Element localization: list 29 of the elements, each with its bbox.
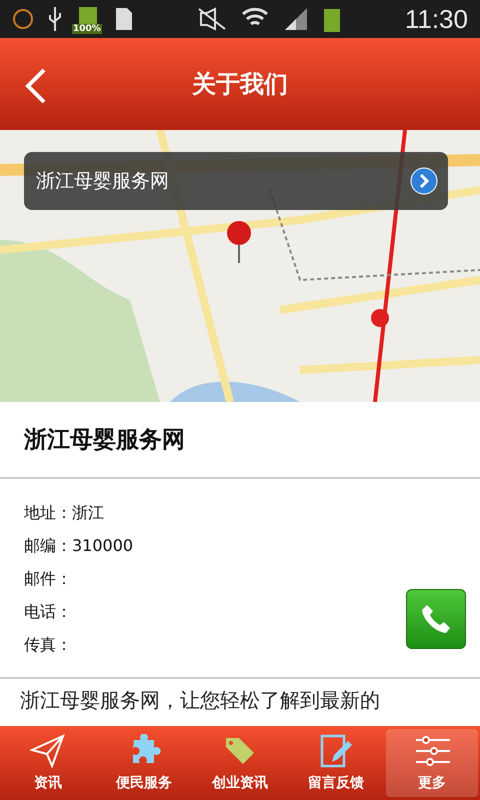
organization-name: 浙江母婴服务网 <box>0 402 480 479</box>
callout-title: 浙江母婴服务网 <box>36 169 170 194</box>
map-callout[interactable]: 浙江母婴服务网 <box>24 152 448 210</box>
detail-line: 地址：浙江 <box>24 502 104 524</box>
intro-text: 浙江母婴服务网，让您轻松了解到最新的 <box>19 687 381 714</box>
clock-time: 11:30 <box>404 4 468 34</box>
call-button[interactable] <box>406 589 466 649</box>
nav-tab[interactable]: 留言反馈 <box>290 729 382 797</box>
paper-plane-icon <box>30 734 66 768</box>
usb-icon <box>48 7 62 31</box>
page-title: 关于我们 <box>192 69 288 100</box>
nav-tab[interactable]: 创业资讯 <box>194 729 286 797</box>
chevron-right-icon[interactable] <box>410 167 438 195</box>
mute-icon <box>197 7 228 31</box>
edit-icon <box>318 734 354 768</box>
detail-line: 邮编：310000 <box>24 535 134 557</box>
battery-label: 100% <box>72 24 102 34</box>
nav-tab[interactable]: 更多 <box>386 729 478 797</box>
nav-tab[interactable]: 资讯 <box>2 729 94 797</box>
sim-card-icon <box>114 6 134 32</box>
nav-tab[interactable]: 便民服务 <box>98 729 190 797</box>
map-pin-icon <box>224 220 254 264</box>
phone-icon <box>419 602 453 636</box>
signal-icon <box>283 6 310 32</box>
battery-icon <box>323 6 342 32</box>
sliders-icon <box>414 734 450 768</box>
detail-line: 邮件： <box>24 568 72 590</box>
detail-line: 电话： <box>24 601 72 623</box>
detail-line: 传真： <box>24 634 72 656</box>
